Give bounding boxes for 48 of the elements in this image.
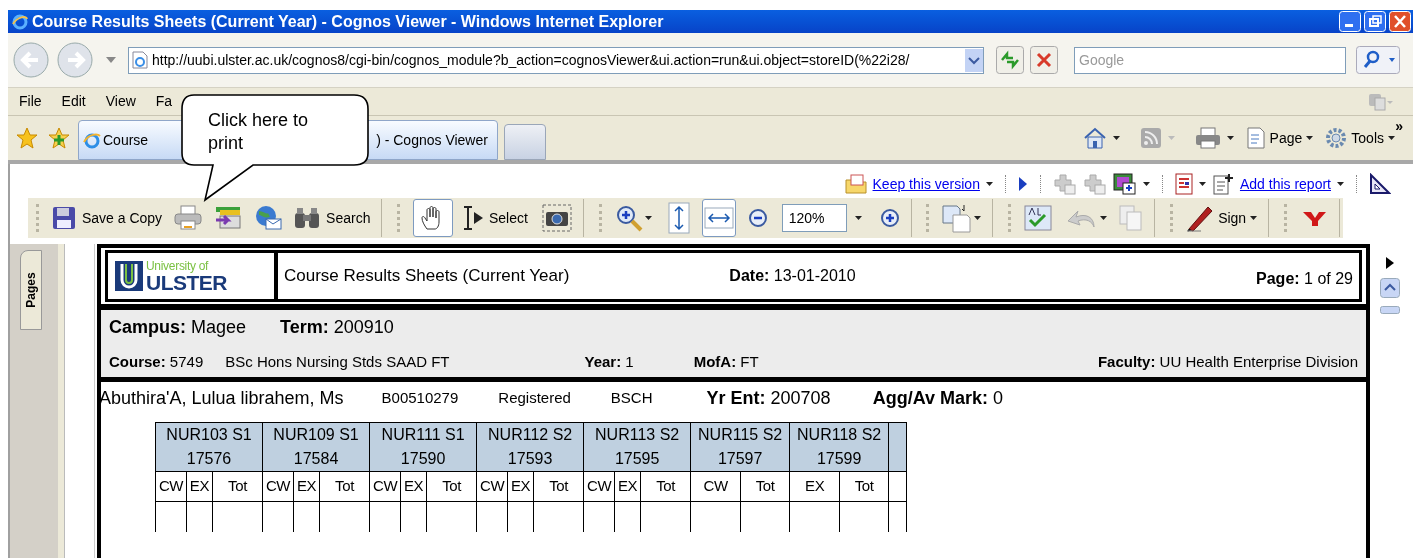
term-field: Term: 200910 <box>280 314 394 341</box>
table-cell: EX <box>293 471 320 502</box>
page-number: Page: 1 of 29 <box>1256 270 1353 287</box>
tooltip-text: Click here to print <box>208 109 310 155</box>
course-field: Course: 5749 <box>109 351 204 374</box>
student-status: Registered <box>498 387 571 408</box>
table-cell: CW <box>476 471 508 502</box>
module-header-cell: NUR112 S2 17593 <box>476 422 584 472</box>
mofa-field: MofA: FT <box>693 353 759 370</box>
module-header-cell: NUR113 S2 17595 <box>583 422 691 472</box>
student-name: Abuthira'A, Lulua librahem, Ms <box>99 386 344 410</box>
table-cell: EX <box>614 471 641 502</box>
programme-code: BSCH <box>610 387 653 408</box>
report-date: Date: 13-01-2010 <box>729 267 856 284</box>
tab-title: ) - Cognos Viewer <box>376 130 488 150</box>
course-name: BSc Hons Nursing Stds SAAD FT <box>225 352 450 372</box>
campus-field: Campus: Magee <box>109 314 247 341</box>
student-id: B00510279 <box>381 387 459 408</box>
table-cell: CW <box>369 471 401 502</box>
table-cell: Tot <box>426 471 477 502</box>
report-title: Course Results Sheets (Current Year) <box>284 265 570 288</box>
table-cell: Tot <box>212 471 263 502</box>
table-cell: EX <box>507 471 534 502</box>
window-title: Course Results Sheets (Current Year) - Cognos Viewer - Windows Internet Explorer <box>32 11 664 32</box>
table-cell: EX <box>789 471 840 502</box>
module-header-cell: NUR103 S1 17576 <box>155 422 263 472</box>
table-cell: Tot <box>533 471 584 502</box>
table-cell: Tot <box>640 471 691 502</box>
tab-title: Course <box>103 130 149 150</box>
aggregate-mark: Agg/Av Mark: 0 <box>872 387 1003 408</box>
table-cell: Tot <box>319 471 370 502</box>
module-header-cell: NUR118 S2 17599 <box>789 422 889 472</box>
table-cell: EX <box>186 471 213 502</box>
url-text: http://uubi.ulster.ac.uk/cognos8/cgi-bin/cognos_module?b_action=cognosViewer&ui.action=run&ui.object=storeID(%22i28/ <box>152 50 910 70</box>
year-entered: Yr Ent: 200708 <box>706 387 831 408</box>
table-cell: CW <box>690 471 741 502</box>
table-cell: CW <box>583 471 615 502</box>
module-header-cell: NUR109 S1 17584 <box>262 422 370 472</box>
table-cell: CW <box>262 471 294 502</box>
year-field: Year: 1 <box>584 353 634 370</box>
module-header-cell: NUR111 S1 17590 <box>369 422 477 472</box>
table-cell: EX <box>400 471 427 502</box>
table-cell: CW <box>155 471 187 502</box>
module-header-cell: NUR115 S2 17597 <box>690 422 790 472</box>
table-cell: Tot <box>839 471 889 502</box>
table-cell: Tot <box>740 471 790 502</box>
faculty-field: Faculty: UU Health Enterprise Division <box>1097 353 1358 370</box>
logo-text: University of <box>146 259 210 272</box>
